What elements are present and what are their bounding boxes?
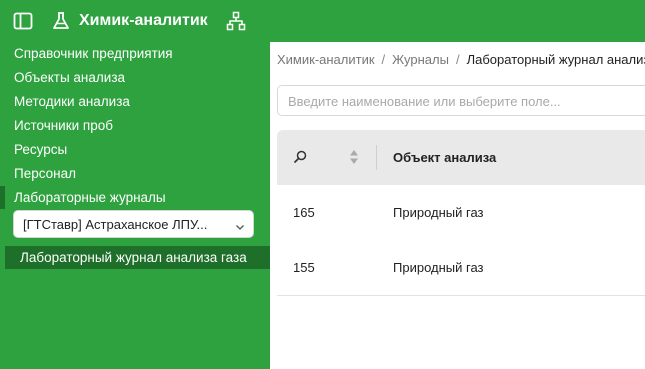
- breadcrumb-separator: /: [455, 52, 460, 67]
- sidebar-item-resources[interactable]: Ресурсы: [14, 141, 67, 159]
- search-input[interactable]: [288, 92, 638, 110]
- breadcrumb-item-journals[interactable]: Журналы: [392, 52, 449, 67]
- row-analysis-object: Природный газ: [393, 260, 484, 275]
- sidebar-item-personnel[interactable]: Персонал: [14, 165, 76, 183]
- breadcrumb-separator: /: [381, 52, 386, 67]
- sidebar-toggle-icon[interactable]: [13, 11, 33, 31]
- sidebar-item-lab-journals[interactable]: Лабораторные журналы: [14, 189, 166, 207]
- search-icon[interactable]: [293, 150, 307, 164]
- table-header: Объект анализа: [277, 130, 645, 185]
- journal-select-value: [ГТСтавр] Астраханское ЛПУ...: [23, 217, 208, 232]
- sidebar-subitem-gas-journal[interactable]: Лабораторный журнал анализа газа: [5, 246, 270, 269]
- breadcrumb-item-current: Лабораторный журнал анализа газа: [466, 52, 645, 67]
- sidebar-item-analysis-objects[interactable]: Объекты анализа: [14, 69, 125, 87]
- app-title[interactable]: Химик-аналитик: [79, 11, 208, 31]
- flask-icon: [51, 11, 71, 31]
- journal-table: Объект анализа 165 Природный газ 155 При…: [277, 130, 645, 296]
- journal-select[interactable]: [ГТСтавр] Астраханское ЛПУ...: [13, 210, 254, 238]
- search-box[interactable]: [277, 85, 645, 116]
- hierarchy-icon[interactable]: [226, 11, 246, 31]
- top-bar: Химик-аналитик: [0, 0, 645, 42]
- row-analysis-object: Природный газ: [393, 205, 484, 220]
- active-section-marker: [0, 186, 5, 209]
- sort-icon[interactable]: [349, 149, 359, 165]
- breadcrumb: Химик-аналитик / Журналы / Лабораторный журн…: [277, 51, 645, 69]
- sidebar-item-sample-sources[interactable]: Источники проб: [14, 117, 113, 135]
- table-row[interactable]: 165 Природный газ: [277, 185, 645, 241]
- sidebar-subitem-label: Лабораторный журнал анализа газа: [20, 250, 247, 265]
- row-id: 155: [293, 260, 315, 275]
- row-id: 165: [293, 205, 315, 220]
- column-header-analysis-object[interactable]: Объект анализа: [393, 149, 496, 166]
- chevron-down-icon: [235, 220, 245, 230]
- sidebar-item-analysis-methods[interactable]: Методики анализа: [14, 93, 130, 111]
- breadcrumb-item-home[interactable]: Химик-аналитик: [277, 52, 375, 67]
- table-row[interactable]: 155 Природный газ: [277, 240, 645, 296]
- sidebar-item-enterprise-directory[interactable]: Справочник предприятия: [14, 45, 173, 63]
- sidebar: Справочник предприятия Объекты анализа М…: [0, 42, 270, 369]
- column-divider: [376, 145, 377, 170]
